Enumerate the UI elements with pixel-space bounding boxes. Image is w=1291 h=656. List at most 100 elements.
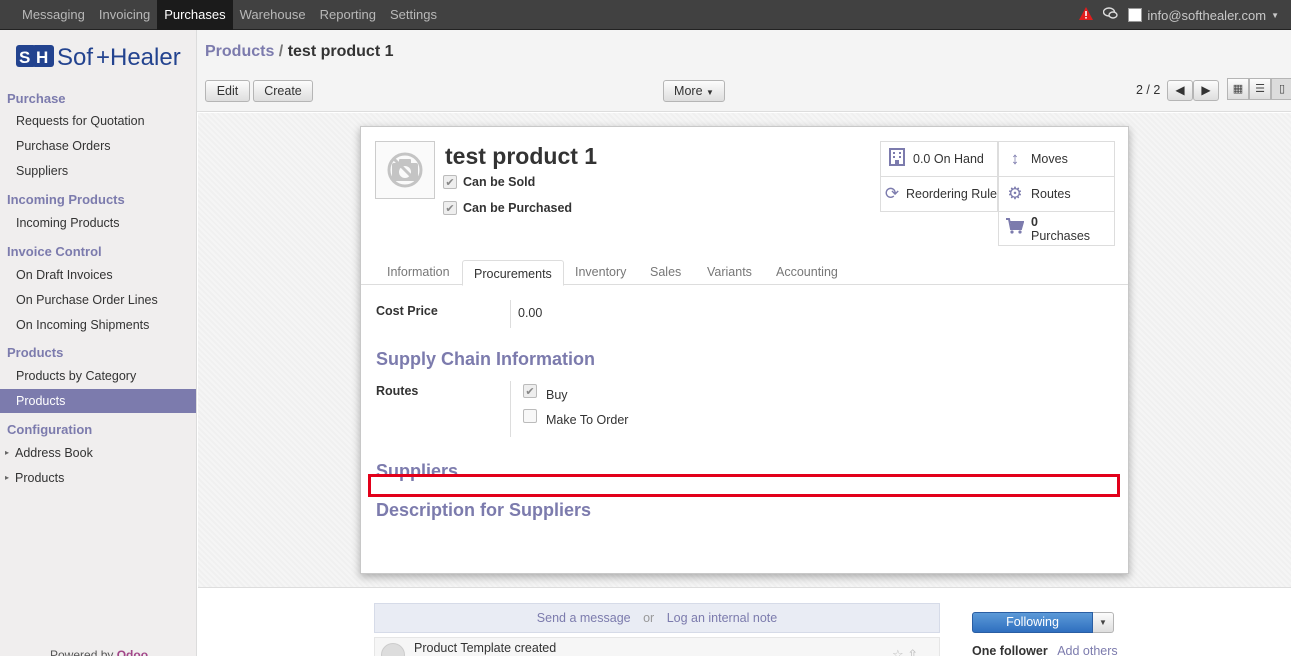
sidebar-item-products[interactable]: Products: [0, 389, 196, 413]
moves-button[interactable]: ↕ Moves: [998, 141, 1115, 177]
sidebar-item-incoming-products[interactable]: Incoming Products: [0, 211, 196, 235]
refresh-icon: ⟳: [884, 184, 900, 203]
pager-previous-button[interactable]: ◀: [1167, 80, 1193, 101]
arrow-right-icon: ▶: [1201, 83, 1211, 97]
company-logo[interactable]: S H Sof + Healer: [16, 42, 186, 72]
followers-count: One follower: [972, 644, 1048, 656]
followers-info: One follower Add others: [972, 644, 1118, 656]
menu-invoicing[interactable]: Invoicing: [92, 0, 157, 30]
sidebar-item-suppliers[interactable]: Suppliers: [0, 159, 196, 183]
warning-icon[interactable]: [1079, 7, 1094, 23]
building-icon: [887, 147, 907, 171]
following-button[interactable]: Following: [972, 612, 1093, 633]
route-buy[interactable]: ✔ Buy: [523, 384, 568, 402]
user-menu[interactable]: info@softhealer.com ▼: [1128, 8, 1279, 23]
avatar: [1128, 8, 1143, 22]
send-message-link[interactable]: Send a message: [537, 611, 631, 625]
checkbox-checked-icon[interactable]: ✔: [443, 175, 457, 189]
gears-icon: ⚙: [1007, 184, 1023, 203]
sidebar-item-incoming-shipments[interactable]: On Incoming Shipments: [0, 313, 196, 337]
star-icon[interactable]: ☆ ⇧: [892, 647, 918, 656]
log-note-link[interactable]: Log an internal note: [667, 611, 778, 625]
reordering-rules-button[interactable]: ⟳ Reordering Rule: [880, 176, 998, 212]
product-name: test product 1: [445, 143, 598, 169]
kanban-view-button[interactable]: ▦: [1227, 78, 1249, 100]
powered-by-text: Powered by: [50, 648, 114, 656]
odoo-link[interactable]: Odoo: [117, 648, 148, 656]
purchases-count: 0: [1031, 214, 1038, 229]
caret-down-icon: ▼: [706, 88, 714, 97]
route-make-to-order[interactable]: Make To Order: [523, 409, 629, 427]
create-button[interactable]: Create: [253, 80, 313, 102]
author-avatar[interactable]: [381, 643, 405, 656]
tab-sales[interactable]: Sales: [639, 259, 692, 285]
pager-next-button[interactable]: ▶: [1193, 80, 1219, 101]
cost-price-label: Cost Price: [376, 304, 438, 318]
expand-arrow-icon: ▸: [5, 473, 10, 482]
tab-accounting[interactable]: Accounting: [765, 259, 849, 285]
cost-price-value[interactable]: 0.00: [518, 306, 542, 320]
routes-button[interactable]: ⚙ Routes: [998, 176, 1115, 212]
chatter-composer-bar: Send a message or Log an internal note: [374, 603, 940, 633]
top-navbar: Messaging Invoicing Purchases Warehouse …: [0, 0, 1291, 30]
more-dropdown[interactable]: More ▼: [663, 80, 725, 102]
no-image-camera-icon: [387, 152, 423, 188]
sidebar-section-invoice-control: Invoice Control: [7, 244, 102, 259]
tab-inventory[interactable]: Inventory: [564, 259, 637, 285]
checkbox-checked-icon[interactable]: ✔: [443, 201, 457, 215]
kanban-icon: ▦: [1232, 83, 1244, 95]
on-hand-button[interactable]: 0.0 On Hand: [880, 141, 998, 177]
field-divider: [510, 381, 511, 437]
add-others-link[interactable]: Add others: [1057, 644, 1117, 656]
main-menu: Messaging Invoicing Purchases Warehouse …: [0, 0, 444, 30]
svg-text:S: S: [19, 48, 30, 67]
menu-purchases[interactable]: Purchases: [157, 0, 233, 30]
can-be-purchased-field[interactable]: ✔ Can be Purchased: [443, 201, 572, 215]
list-view-button[interactable]: ☰: [1249, 78, 1271, 100]
tab-variants[interactable]: Variants: [696, 259, 763, 285]
route-mto-label: Make To Order: [546, 413, 629, 427]
chatter-message: Product Template created ☆ ⇧: [374, 637, 940, 656]
breadcrumb-products[interactable]: Products: [205, 43, 274, 60]
control-panel: Products / test product 1 Edit Create Mo…: [197, 30, 1291, 112]
sidebar-item-purchase-orders[interactable]: Purchase Orders: [0, 134, 196, 158]
caret-down-icon: ▼: [1099, 618, 1107, 627]
svg-text:H: H: [36, 48, 48, 67]
can-be-sold-label: Can be Sold: [463, 175, 536, 189]
field-divider: [510, 300, 511, 328]
svg-text:Healer: Healer: [110, 44, 181, 71]
edit-button[interactable]: Edit: [205, 80, 250, 102]
pager-value: 2 / 2: [1136, 83, 1161, 97]
breadcrumb: Products / test product 1: [205, 43, 394, 61]
purchases-button[interactable]: 0 Purchases: [998, 211, 1115, 246]
sidebar-item-config-products[interactable]: ▸ Products: [0, 466, 196, 490]
sidebar-section-purchase: Purchase: [7, 91, 66, 106]
checkbox-checked-icon[interactable]: ✔: [523, 384, 537, 398]
sidebar-item-address-book[interactable]: ▸ Address Book: [0, 441, 196, 465]
menu-reporting[interactable]: Reporting: [313, 0, 383, 30]
supply-chain-heading: Supply Chain Information: [376, 349, 595, 369]
menu-messaging[interactable]: Messaging: [0, 0, 92, 30]
sidebar-item-draft-invoices[interactable]: On Draft Invoices: [0, 263, 196, 287]
menu-settings[interactable]: Settings: [383, 0, 444, 30]
sidebar-item-products-by-category[interactable]: Products by Category: [0, 364, 196, 388]
tab-information[interactable]: Information: [376, 259, 461, 285]
cart-icon: [1005, 218, 1025, 239]
purchases-label: Purchases: [1031, 228, 1091, 243]
product-image[interactable]: [375, 141, 435, 199]
expand-arrow-icon: ▸: [5, 448, 10, 457]
or-text: or: [643, 611, 655, 625]
routes-field-label: Routes: [376, 384, 419, 398]
sidebar-item-rfq[interactable]: Requests for Quotation: [0, 109, 196, 133]
followers-dropdown-button[interactable]: ▼: [1093, 612, 1114, 633]
user-email: info@softhealer.com: [1147, 7, 1267, 23]
can-be-purchased-label: Can be Purchased: [463, 201, 573, 215]
chat-icon[interactable]: [1103, 7, 1119, 23]
checkbox-unchecked-icon[interactable]: [523, 409, 537, 423]
sidebar-item-po-lines[interactable]: On Purchase Order Lines: [0, 288, 196, 312]
form-view-button[interactable]: ▯: [1271, 78, 1291, 100]
tab-procurements[interactable]: Procurements: [462, 260, 564, 286]
can-be-sold-field[interactable]: ✔ Can be Sold: [443, 175, 535, 189]
breadcrumb-current: test product 1: [287, 43, 394, 60]
menu-warehouse[interactable]: Warehouse: [233, 0, 313, 30]
